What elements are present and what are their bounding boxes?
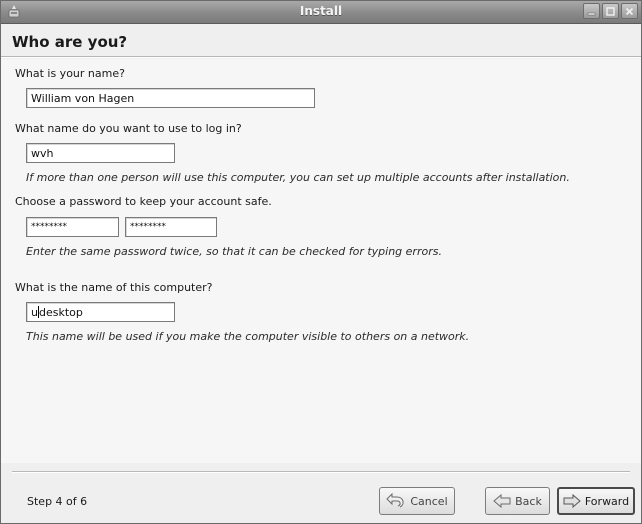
minimize-icon: [587, 12, 596, 15]
undo-arrow-icon: [386, 492, 406, 510]
computer-name-label: What is the name of this computer?: [15, 281, 213, 294]
name-field[interactable]: William von Hagen: [26, 88, 315, 108]
cancel-label: Cancel: [410, 494, 448, 508]
computer-name-text-end: desktop: [38, 306, 83, 319]
title-divider: [1, 56, 641, 58]
back-button[interactable]: Back: [485, 487, 550, 515]
form-area: [1, 59, 641, 463]
close-button[interactable]: [621, 3, 638, 19]
footer-divider: [12, 471, 630, 473]
minimize-button[interactable]: [583, 3, 600, 19]
password-label: Choose a password to keep your account s…: [15, 195, 272, 208]
password-hint: Enter the same password twice, so that i…: [26, 245, 442, 258]
install-window: Install Who are you? What is your name? …: [0, 0, 642, 524]
computer-name-field[interactable]: udesktop: [26, 302, 175, 322]
forward-label: Forward: [584, 494, 630, 508]
login-hint: If more than one person will use this co…: [26, 171, 570, 184]
maximize-icon: [606, 6, 615, 16]
right-arrow-icon: [563, 494, 581, 508]
forward-button[interactable]: Forward: [557, 487, 635, 515]
maximize-button[interactable]: [602, 3, 619, 19]
login-field[interactable]: wvh: [26, 143, 175, 163]
computer-name-hint: This name will be used if you make the c…: [26, 330, 470, 343]
left-arrow-icon: [493, 494, 511, 508]
computer-name-text-start: u: [31, 306, 38, 319]
step-indicator: Step 4 of 6: [27, 495, 88, 508]
page-title: Who are you?: [12, 33, 128, 51]
cancel-button[interactable]: Cancel: [379, 487, 455, 515]
password-confirm-field[interactable]: ********: [125, 217, 217, 237]
password-field[interactable]: ********: [26, 217, 119, 237]
login-label: What name do you want to use to log in?: [15, 122, 242, 135]
title-bar[interactable]: Install: [1, 1, 641, 24]
close-icon: [625, 7, 634, 15]
back-label: Back: [515, 494, 542, 508]
name-label: What is your name?: [15, 67, 125, 80]
window-title: Install: [299, 4, 343, 18]
